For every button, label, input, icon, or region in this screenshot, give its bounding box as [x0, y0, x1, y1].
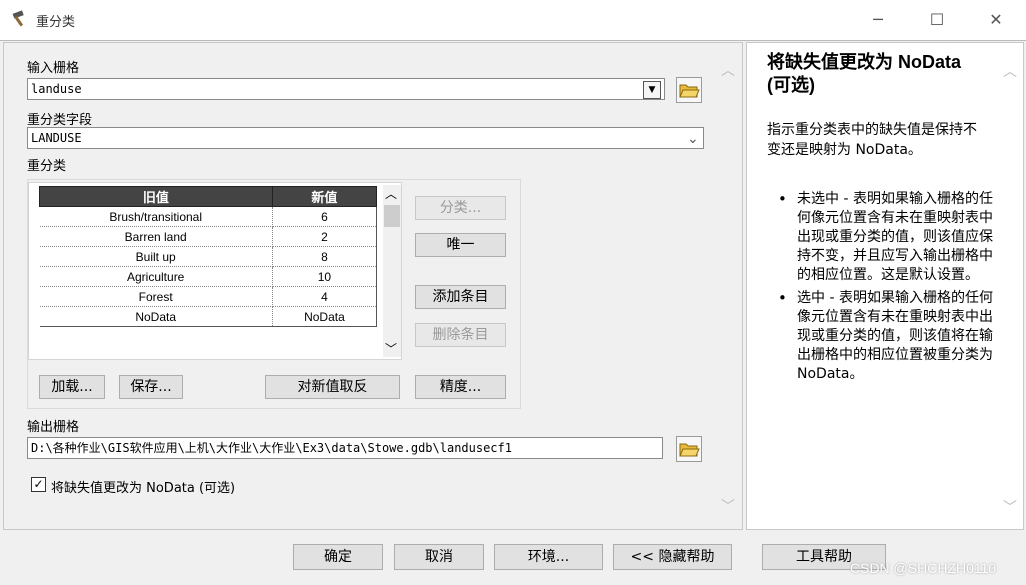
help-panel: 将缺失值更改为 NoData (可选) 指示重分类表中的缺失值是保持不变还是映射… — [746, 42, 1024, 530]
hide-help-button[interactable]: << 隐藏帮助 — [613, 544, 732, 570]
new-value-cell[interactable]: 6 — [272, 206, 378, 227]
reclass-label: 重分类 — [27, 159, 67, 174]
nodata-checkbox-label[interactable]: 将缺失值更改为 NoData (可选) — [51, 477, 235, 496]
close-button[interactable]: ✕ — [976, 6, 1016, 34]
input-raster-field[interactable]: landuse — [27, 78, 665, 100]
new-value-cell[interactable]: 4 — [272, 286, 378, 307]
table-row[interactable]: Agriculture 10 — [39, 266, 378, 287]
reclass-table[interactable]: 旧值 新值 Brush/transitional 6 Barren land 2 B… — [39, 186, 378, 327]
folder-open-icon[interactable] — [676, 436, 702, 462]
reverse-new-values-button[interactable]: 对新值取反 — [265, 375, 400, 399]
folder-open-icon[interactable] — [676, 77, 702, 103]
save-button[interactable]: 保存... — [119, 375, 183, 399]
table-row[interactable]: Forest 4 — [39, 286, 378, 307]
help-bullet-checked: 选中 - 表明如果输入栅格的任何像元位置含有未在重映射表中出现或重分类的值，则该… — [778, 289, 993, 384]
nodata-checkbox[interactable]: ✓ — [31, 477, 46, 492]
ok-button[interactable]: 确定 — [293, 544, 383, 570]
window-title: 重分类 — [36, 15, 76, 30]
old-value-cell[interactable]: NoData — [39, 306, 273, 327]
old-value-cell[interactable]: Brush/transitional — [39, 206, 273, 227]
table-row[interactable]: Barren land 2 — [39, 226, 378, 247]
old-value-cell[interactable]: Barren land — [39, 226, 273, 247]
add-entry-button[interactable]: 添加条目 — [415, 285, 506, 309]
dropdown-arrow-icon[interactable]: ▼ — [643, 81, 661, 99]
table-row[interactable]: Brush/transitional 6 — [39, 206, 378, 227]
reclass-table-container: 旧值 新值 Brush/transitional 6 Barren land 2 B… — [28, 182, 402, 360]
new-value-cell[interactable]: NoData — [272, 306, 378, 327]
minimize-button[interactable]: ─ — [858, 6, 898, 34]
watermark: CSDN @SHCHZH0110 — [850, 560, 997, 576]
new-value-cell[interactable]: 8 — [272, 246, 378, 267]
reclass-field-label: 重分类字段 — [27, 113, 93, 128]
checkmark-icon: ✓ — [33, 477, 44, 491]
chevron-up-icon[interactable]: ︿ — [721, 60, 735, 80]
chevron-down-icon[interactable]: ﹀ — [721, 496, 735, 516]
scrollbar-thumb[interactable] — [384, 205, 400, 227]
environments-button[interactable]: 环境... — [494, 544, 603, 570]
new-value-cell[interactable]: 10 — [272, 266, 378, 287]
output-raster-label: 输出栅格 — [27, 420, 80, 435]
classify-button[interactable]: 分类... — [415, 196, 506, 220]
hammer-icon — [12, 10, 24, 27]
chevron-up-icon[interactable]: ︿ — [1003, 61, 1017, 81]
output-raster-field[interactable]: D:\各种作业\GIS软件应用\上机\大作业\大作业\Ex3\data\Stow… — [27, 437, 663, 459]
load-button[interactable]: 加载... — [39, 375, 105, 399]
old-value-cell[interactable]: Forest — [39, 286, 273, 307]
chevron-up-icon[interactable]: ︿ — [385, 185, 397, 202]
table-scrollbar[interactable]: ︿ ﹀ — [383, 185, 401, 357]
delete-entry-button[interactable]: 删除条目 — [415, 323, 506, 347]
chevron-down-icon[interactable]: ﹀ — [1003, 497, 1017, 517]
unique-button[interactable]: 唯一 — [415, 233, 506, 257]
help-list: 未选中 - 表明如果输入栅格的任何像元位置含有未在重映射表中出现或重分类的值，则… — [778, 190, 993, 388]
column-header-new[interactable]: 新值 — [271, 186, 378, 207]
old-value-cell[interactable]: Agriculture — [39, 266, 273, 287]
old-value-cell[interactable]: Built up — [39, 246, 273, 267]
cancel-button[interactable]: 取消 — [394, 544, 484, 570]
maximize-button[interactable]: ☐ — [917, 6, 957, 34]
title-bar: 重分类 ─ ☐ ✕ — [0, 0, 1026, 40]
table-row[interactable]: NoData NoData — [39, 306, 378, 327]
new-value-cell[interactable]: 2 — [272, 226, 378, 247]
help-bullet-unchecked: 未选中 - 表明如果输入栅格的任何像元位置含有未在重映射表中出现或重分类的值，则… — [778, 190, 993, 285]
chevron-down-icon[interactable]: ﹀ — [385, 340, 397, 357]
precision-button[interactable]: 精度... — [415, 375, 506, 399]
input-raster-label: 输入栅格 — [27, 61, 80, 76]
column-header-old[interactable]: 旧值 — [39, 186, 273, 207]
reclass-field-select[interactable]: LANDUSE — [27, 127, 704, 149]
chevron-down-icon[interactable]: ⌄ — [687, 131, 699, 147]
table-row[interactable]: Built up 8 — [39, 246, 378, 267]
help-title: 将缺失值更改为 NoData (可选) — [767, 52, 962, 95]
help-intro: 指示重分类表中的缺失值是保持不变还是映射为 NoData。 — [767, 122, 977, 158]
